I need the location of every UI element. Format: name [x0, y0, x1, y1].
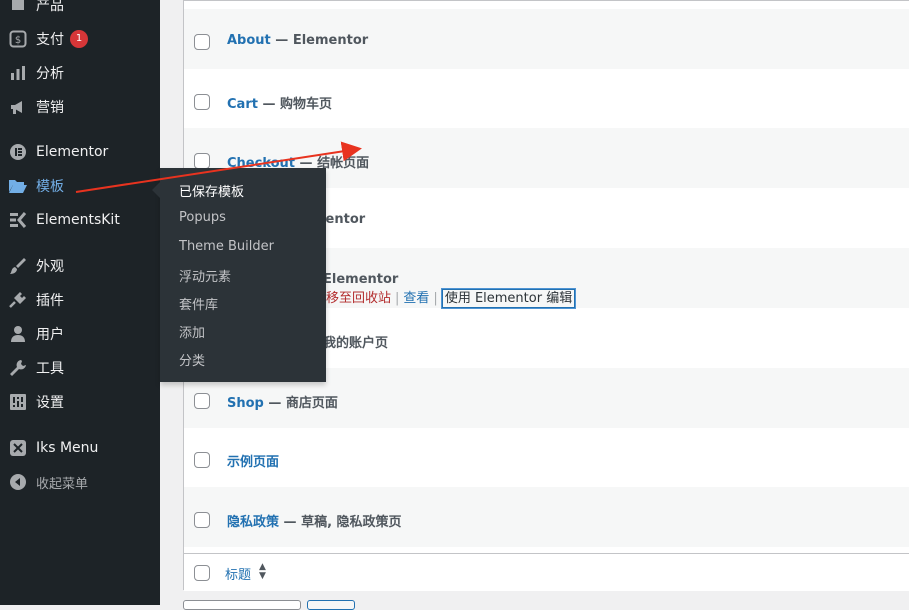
- page-state: — 草稿, 隐私政策页: [279, 515, 402, 530]
- page-title-link[interactable]: About: [227, 33, 271, 48]
- menu-item-elementskit[interactable]: ElementsKit: [0, 203, 160, 237]
- page-title-link[interactable]: 示例页面: [227, 455, 279, 470]
- menu-item-settings[interactable]: 设置: [0, 385, 160, 419]
- iks-menu-icon: [0, 431, 36, 465]
- submenu-floating-elements[interactable]: 浮动元素: [179, 266, 231, 285]
- separator: |: [395, 291, 400, 306]
- megaphone-icon: [0, 90, 36, 124]
- menu-label: 模板: [36, 179, 64, 195]
- sort-icon[interactable]: ▲ ▼: [259, 563, 266, 581]
- menu-item-plugins[interactable]: 插件: [0, 283, 160, 317]
- submenu-popups[interactable]: Popups: [179, 210, 226, 225]
- select-all-checkbox[interactable]: [194, 565, 210, 581]
- menu-label: 营销: [36, 100, 64, 116]
- notification-badge: 1: [70, 30, 88, 48]
- elementor-icon: [0, 135, 36, 169]
- page-state: — 购物车页: [257, 97, 333, 112]
- menu-label: 外观: [36, 259, 64, 275]
- payments-icon: $: [0, 22, 36, 56]
- table-row: Cart — 购物车页: [184, 69, 909, 129]
- menu-label: 支付: [36, 32, 64, 48]
- archive-icon: [0, 0, 36, 22]
- analytics-icon: [0, 56, 36, 90]
- row-checkbox[interactable]: [194, 94, 210, 110]
- trash-link[interactable]: 移至回收站: [326, 291, 391, 306]
- menu-label: 插件: [36, 293, 64, 309]
- page-state: — 商店页面: [263, 396, 338, 411]
- users-icon: [0, 317, 36, 351]
- menu-item-products[interactable]: 产品: [0, 0, 160, 22]
- menu-label: Iks Menu: [36, 440, 99, 456]
- apply-button[interactable]: [307, 600, 355, 610]
- plugins-icon: [0, 283, 36, 317]
- menu-item-templates[interactable]: 模板: [0, 169, 160, 203]
- table-row: About — Elementor: [184, 9, 909, 69]
- menu-label: 用户: [36, 327, 64, 343]
- table-footer: 标题 ▲ ▼: [184, 553, 909, 591]
- bulk-actions-select[interactable]: [183, 600, 301, 610]
- wrench-icon: [0, 351, 36, 385]
- folder-open-icon: [0, 169, 36, 203]
- admin-sidebar: 产品 $ 支付 1 分析 营销 Elementor 模板 ElementsKit…: [0, 0, 160, 605]
- menu-label: 产品: [36, 0, 64, 14]
- menu-label: ElementsKit: [36, 212, 120, 228]
- settings-icon: [0, 385, 36, 419]
- menu-label: 工具: [36, 361, 64, 377]
- page-title-link[interactable]: 隐私政策: [227, 515, 279, 530]
- page-title-link[interactable]: Shop: [227, 396, 264, 411]
- menu-item-appearance[interactable]: 外观: [0, 249, 160, 283]
- submenu-saved-templates[interactable]: 已保存模板: [179, 181, 244, 200]
- table-row: 示例页面: [184, 427, 909, 487]
- menu-label: Elementor: [36, 144, 109, 160]
- collapse-menu-button[interactable]: 收起菜单: [0, 465, 160, 499]
- submenu-theme-builder[interactable]: Theme Builder: [179, 239, 274, 254]
- row-checkbox[interactable]: [194, 393, 210, 409]
- submenu-kit-library[interactable]: 套件库: [179, 294, 218, 313]
- submenu-categories[interactable]: 分类: [179, 350, 205, 369]
- menu-item-marketing[interactable]: 营销: [0, 90, 160, 124]
- paintbrush-icon: [0, 249, 36, 283]
- menu-label: 分析: [36, 66, 64, 82]
- menu-item-users[interactable]: 用户: [0, 317, 160, 351]
- menu-item-elementor[interactable]: Elementor: [0, 135, 160, 169]
- menu-item-analytics[interactable]: 分析: [0, 56, 160, 90]
- row-checkbox[interactable]: [194, 512, 210, 528]
- view-link[interactable]: 查看: [403, 291, 429, 306]
- page-state: — Elementor: [270, 33, 369, 48]
- page-title-link[interactable]: Cart: [227, 97, 258, 112]
- elementskit-icon: [0, 203, 36, 237]
- page-state: Elementor: [323, 272, 399, 287]
- separator: |: [433, 291, 438, 306]
- row-checkbox[interactable]: [194, 34, 210, 50]
- submenu-add-new[interactable]: 添加: [179, 322, 205, 341]
- menu-label: 设置: [36, 395, 64, 411]
- edit-with-elementor-link[interactable]: 使用 Elementor 编辑: [441, 289, 576, 308]
- templates-submenu: 已保存模板 Popups Theme Builder 浮动元素 套件库 添加 分…: [152, 168, 326, 382]
- menu-item-iks-menu[interactable]: Iks Menu: [0, 431, 160, 465]
- table-row: 隐私政策 — 草稿, 隐私政策页: [184, 487, 909, 547]
- menu-label: 收起菜单: [36, 476, 89, 492]
- menu-item-payments[interactable]: $ 支付 1: [0, 22, 160, 56]
- collapse-icon: [0, 465, 36, 499]
- row-checkbox[interactable]: [194, 452, 210, 468]
- menu-item-tools[interactable]: 工具: [0, 351, 160, 385]
- row-checkbox[interactable]: [194, 153, 210, 169]
- svg-text:$: $: [15, 35, 21, 46]
- row-actions: 移至回收站 | 查看 | 使用 Elementor 编辑: [326, 287, 576, 308]
- page-state: 我的账户页: [323, 336, 389, 351]
- title-column-header[interactable]: 标题: [225, 564, 251, 583]
